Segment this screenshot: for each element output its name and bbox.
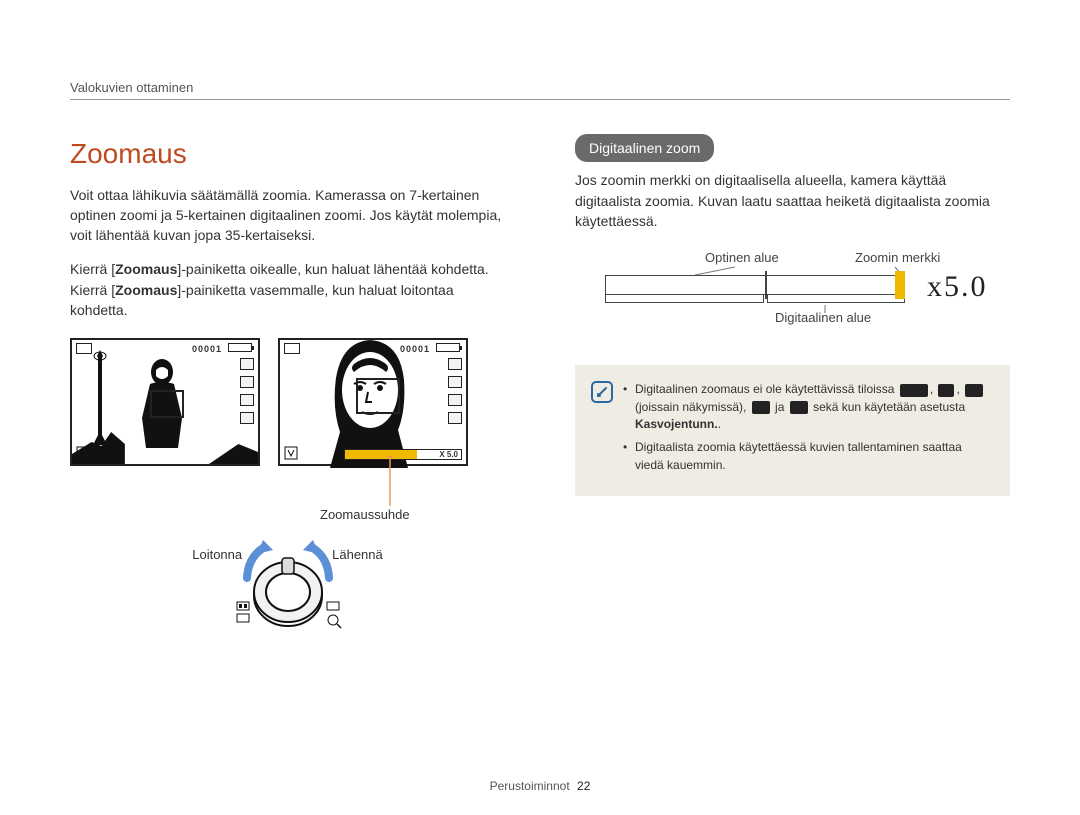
quality-icon: [448, 376, 462, 388]
ratio-label: Zoomaussuhde: [320, 506, 410, 525]
page-title: Zoomaus: [70, 134, 505, 175]
ratio-callout: Zoomaussuhde: [70, 466, 505, 516]
focus-box: [150, 390, 184, 418]
text: .: [718, 417, 721, 431]
is-icon: [284, 446, 298, 460]
gauge-bracket-optical: [605, 295, 764, 303]
mode-icon: [284, 343, 300, 354]
smart-mode-icon: [900, 384, 928, 397]
zoom-dial-illustration: [233, 536, 343, 636]
skyline-illustration: [72, 424, 258, 464]
gauge-bar: [605, 275, 905, 295]
zoom-level-text: X 5.0: [439, 449, 458, 461]
section-pill: Digitaalinen zoom: [575, 134, 714, 162]
note-info-icon: [591, 381, 613, 403]
focus-box: [356, 378, 400, 414]
right-icon-stack: [448, 358, 462, 424]
note-box: Digitaalinen zoomaus ei ole käytettäviss…: [575, 365, 1010, 496]
video-mode-icon: [752, 401, 770, 414]
is-icon: [76, 446, 90, 460]
footer-page-number: 22: [577, 779, 590, 793]
text: (joissain näkymissä),: [635, 400, 750, 414]
zoom-gauge: Optinen alue Zoomin merkki x5.0 Digitaal…: [575, 249, 1010, 339]
quality-icon: [240, 376, 254, 388]
page-footer: Perustoiminnot 22: [0, 779, 1080, 793]
note-item-2: Digitaalista zoomia käytettäessä kuvien …: [623, 439, 992, 474]
header-rule: [70, 99, 1010, 100]
res-icon: [240, 358, 254, 370]
note-item-1: Digitaalinen zoomaus ei ole käytettäviss…: [623, 381, 992, 433]
text: ja: [775, 400, 788, 414]
zoom-word-2: Zoomaus: [115, 282, 177, 298]
camera-screen-wide: 00001: [70, 338, 260, 466]
res-icon: [448, 358, 462, 370]
two-column-layout: Zoomaus Voit ottaa lähikuvia säätämällä …: [70, 134, 1010, 648]
right-icon-stack: [240, 358, 254, 424]
zoom-word-1: Zoomaus: [115, 261, 177, 277]
flash-icon: [448, 412, 462, 424]
shot-counter: 00001: [192, 343, 222, 356]
video-smart-mode-icon: [790, 401, 808, 414]
gauge-divider: [765, 271, 767, 299]
section-header: Valokuvien ottaminen: [70, 80, 1010, 95]
text: sekä kun käytetään asetusta: [813, 400, 965, 414]
footer-section: Perustoiminnot: [490, 779, 570, 793]
left-column: Zoomaus Voit ottaa lähikuvia säätämällä …: [70, 134, 505, 648]
right-column: Digitaalinen zoom Jos zoomin merkki on d…: [575, 134, 1010, 648]
gauge-label-digital: Digitaalinen alue: [775, 309, 871, 328]
scene-mode-icon: [965, 384, 983, 397]
flash-icon: [240, 412, 254, 424]
text: Kierrä [: [70, 261, 115, 277]
text: Digitaalinen zoomaus ei ole käytettäviss…: [635, 382, 898, 396]
intro-paragraph: Voit ottaa lähikuvia säätämällä zoomia. …: [70, 185, 505, 246]
camera-screens-row: 00001: [70, 338, 505, 466]
meter-icon: [240, 394, 254, 406]
face-detect-label: Kasvojentunn.: [635, 417, 718, 431]
note-list: Digitaalinen zoomaus ei ole käytettäviss…: [623, 381, 992, 480]
camera-screen-close: 00001: [278, 338, 468, 466]
gauge-bracket-digital: [767, 295, 905, 303]
gauge-label-optical: Optinen alue: [705, 249, 779, 268]
instruction-paragraph: Kierrä [Zoomaus]-painiketta oikealle, ku…: [70, 259, 505, 320]
battery-icon: [228, 343, 252, 352]
zoom-dial-row: Loitonna Lähennä: [70, 528, 505, 648]
gauge-indicator: [895, 271, 905, 299]
meter-icon: [448, 394, 462, 406]
battery-icon: [436, 343, 460, 352]
dual-mode-icon: [938, 384, 954, 397]
gauge-value: x5.0: [927, 265, 988, 309]
digital-zoom-paragraph: Jos zoomin merkki on digitaalisella alue…: [575, 170, 1010, 231]
